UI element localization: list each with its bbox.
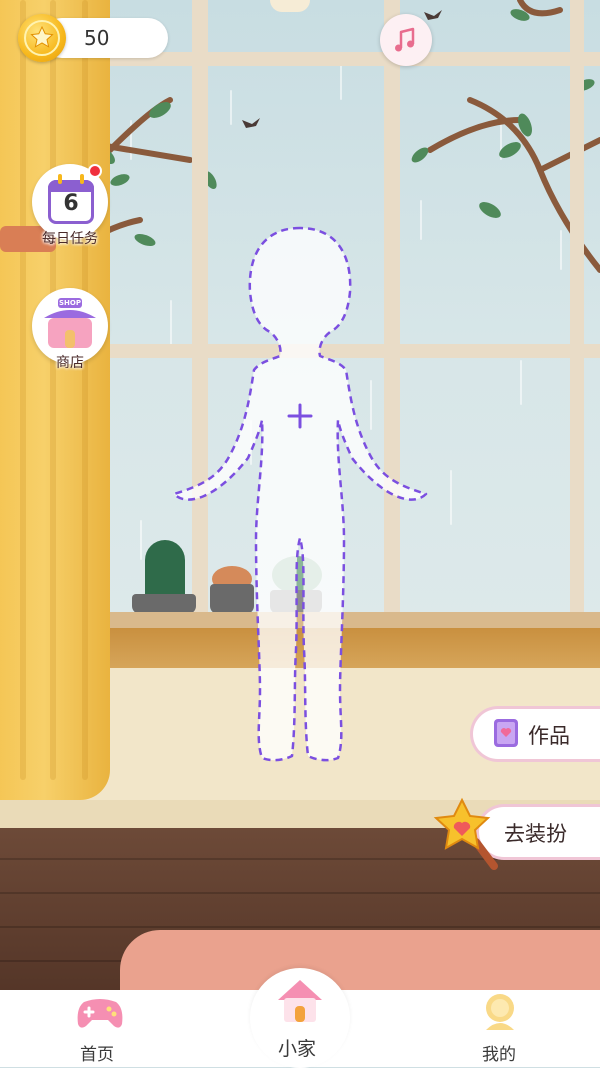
yellow-curtain xyxy=(0,0,110,800)
tab-little-home[interactable]: 小家 xyxy=(260,972,340,1067)
shop-label: 商店 xyxy=(56,355,84,371)
window-frame-top xyxy=(90,52,600,66)
window-frame-right xyxy=(570,0,584,620)
notification-badge xyxy=(88,164,102,178)
book-icon xyxy=(494,719,518,747)
character-silhouette[interactable] xyxy=(160,220,440,780)
works-label: 作品 xyxy=(528,724,570,748)
pink-cushion xyxy=(120,930,600,990)
star-coin-icon xyxy=(18,14,66,62)
magic-wand-icon xyxy=(433,797,498,870)
dress-up-label: 去装扮 xyxy=(504,822,567,846)
gamepad-icon xyxy=(77,999,123,1028)
daily-tasks-label: 每日任务 xyxy=(42,231,98,247)
music-toggle-button[interactable] xyxy=(380,14,432,66)
house-icon xyxy=(278,980,322,1022)
music-note-icon xyxy=(395,27,415,52)
tab-mine-label: 我的 xyxy=(482,1045,516,1065)
shop-sign: SHOP xyxy=(59,299,81,307)
tab-little-home-label: 小家 xyxy=(278,1038,317,1060)
avatar-icon xyxy=(486,994,514,1030)
calendar-day: 6 xyxy=(63,191,79,216)
tab-mine[interactable]: 我的 xyxy=(460,990,540,1067)
tab-home-label: 首页 xyxy=(80,1045,114,1065)
tab-home[interactable]: 首页 xyxy=(60,990,140,1067)
add-outfit-plus-icon[interactable] xyxy=(286,402,314,430)
coin-amount: 50 xyxy=(84,26,110,50)
